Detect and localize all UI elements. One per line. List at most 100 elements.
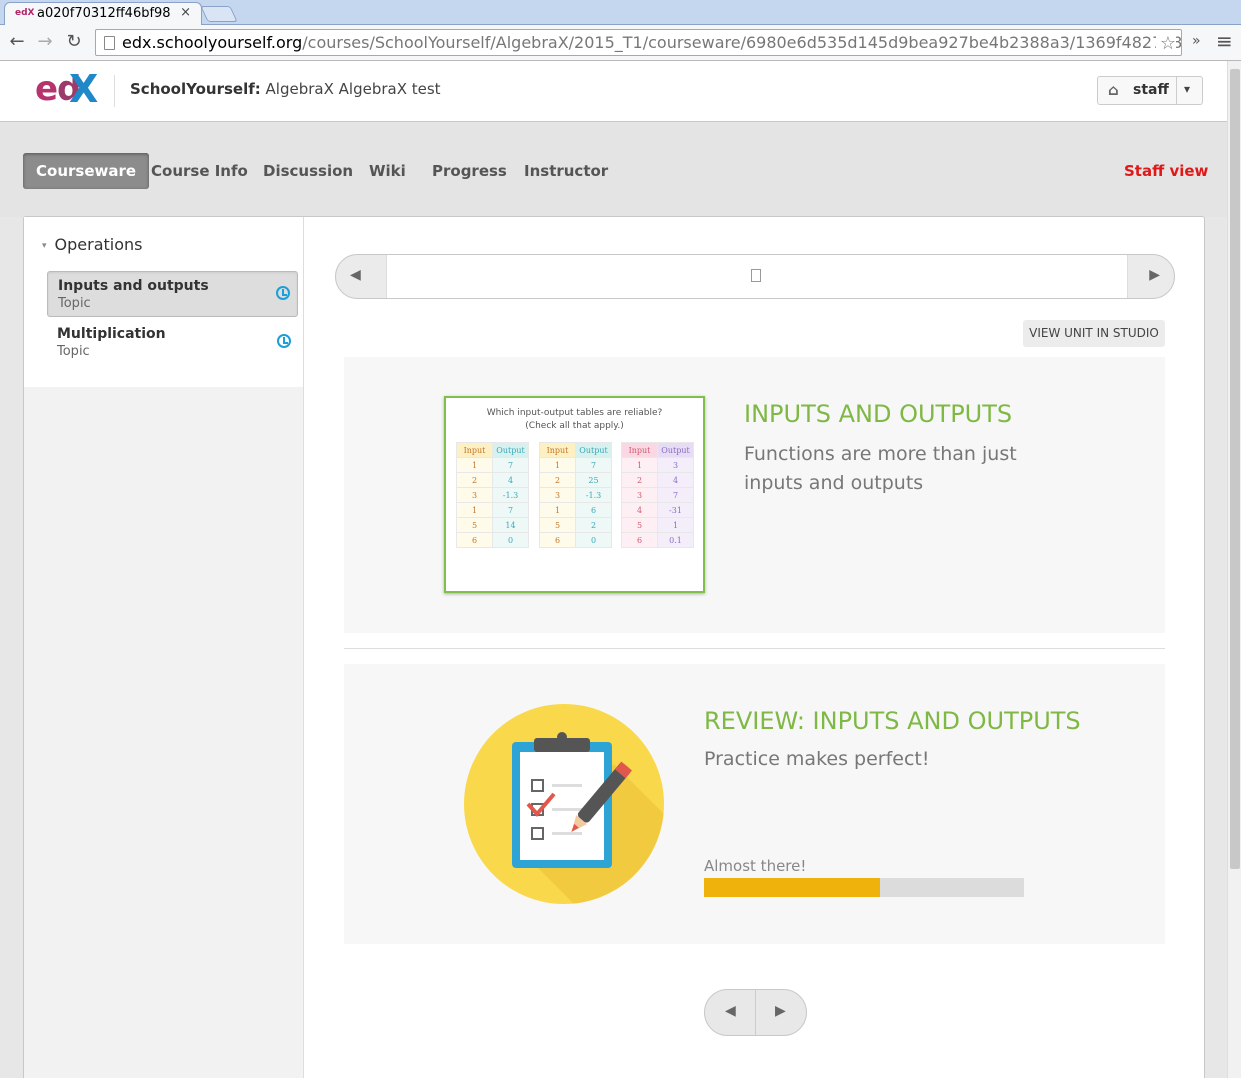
table-cell-input: 6 [621,532,658,548]
table-row: 52 [539,517,612,533]
table-row: 17 [456,502,529,518]
table-header-input: Input [456,442,493,458]
alarm-clock-icon [277,334,291,348]
table-row: 24 [456,472,529,488]
tab-course-info[interactable]: Course Info [138,153,261,189]
sidebar-item-multiplication[interactable]: Multiplication Topic [47,320,298,366]
tab-title: a020f70312ff46bf98 [37,6,171,21]
table-cell-output: -31 [657,502,694,518]
progress-bar-fill [704,878,880,897]
tab-wiki[interactable]: Wiki [356,153,419,189]
section-title: Inputs and outputs [58,278,209,294]
table-header-input: Input [621,442,658,458]
input-output-table: Input Output 1 7 2 4 3 -1.3 1 7 5 14 6 0 [456,442,529,548]
table-cell-output: 7 [492,502,529,518]
home-icon: ⌂ [1108,81,1119,99]
site-header: e d X SchoolYourself: AlgebraX AlgebraX … [0,61,1227,122]
browser-toolbar: ← → ↻ edx.schoolyourself.org/courses/Sch… [0,25,1241,61]
unit-page-icon[interactable] [751,269,761,282]
page-icon [104,36,115,50]
sidebar-item-inputs-and-outputs[interactable]: Inputs and outputs Topic [47,271,298,317]
table-cell-output: -1.3 [575,487,612,503]
chapter-heading[interactable]: ▾ Operations [42,235,143,254]
table-cell-input: 1 [621,457,658,473]
forward-icon[interactable]: → [34,31,56,53]
table-row: 13 [621,457,694,473]
section-subtitle: Topic [58,296,91,311]
user-menu-button[interactable]: ⌂ staff ▾ [1097,76,1203,105]
thumbnail-question: Which input-output tables are reliable? … [486,408,663,431]
table-cell-input: 6 [539,532,576,548]
table-cell-output: 0.1 [657,532,694,548]
scrollbar-thumb[interactable] [1230,69,1240,869]
table-cell-input: 2 [621,472,658,488]
table-cell-output: 3 [657,457,694,473]
address-bar[interactable]: edx.schoolyourself.org/courses/SchoolYou… [95,29,1182,56]
table-cell-output: 14 [492,517,529,533]
table-header-row: Input Output [539,442,612,458]
table-cell-output: -1.3 [492,487,529,503]
table-cell-input: 1 [456,502,493,518]
table-cell-input: 5 [539,517,576,533]
table-cell-output: 2 [575,517,612,533]
view-in-studio-button[interactable]: VIEW UNIT IN STUDIO [1023,320,1165,347]
page-scrollbar[interactable] [1227,61,1241,1078]
tab-courseware[interactable]: Courseware [23,153,150,189]
table-cell-output: 25 [575,472,612,488]
lesson-title[interactable]: REVIEW: INPUTS AND OUTPUTS [704,707,1081,735]
course-org: SchoolYourself: [130,80,261,98]
table-row: 17 [456,457,529,473]
table-row: 4 -31 [621,502,694,518]
table-cell-input: 1 [456,457,493,473]
table-row: 17 [539,457,612,473]
course-nav: Courseware Course Info Discussion Wiki P… [0,122,1227,217]
browser-menu-icon[interactable]: ≡ [1216,29,1233,53]
table-row: 16 [539,502,612,518]
section-subtitle: Topic [57,344,90,359]
table-header-output: Output [575,442,612,458]
table-cell-input: 3 [539,487,576,503]
edx-logo[interactable]: e d X [35,67,105,111]
staff-view-toggle[interactable]: Staff view [1124,153,1208,189]
input-output-table: Input Output 1 7 2 25 3 -1.3 1 6 5 2 6 0 [539,442,612,548]
sequence-nav: ◀ ▶ [335,254,1175,299]
browser-tab-strip: edX a020f70312ff46bf98 × [0,0,1241,26]
header-divider [114,75,115,107]
browser-tab[interactable]: edX a020f70312ff46bf98 × [4,2,202,26]
lesson-description: Practice makes perfect! [704,748,930,770]
tab-instructor[interactable]: Instructor [511,153,621,189]
lesson-card-review[interactable]: REVIEW: INPUTS AND OUTPUTS Practice make… [344,664,1165,944]
course-title: SchoolYourself: AlgebraX AlgebraX test [130,80,441,98]
next-arrow-icon[interactable]: ▶ [1149,267,1160,283]
table-cell-input: 2 [539,472,576,488]
bottom-sequence-nav: ◀ ▶ [704,989,807,1036]
lesson-divider [344,648,1165,649]
tab-discussion[interactable]: Discussion [250,153,366,189]
tab-progress[interactable]: Progress [419,153,520,189]
button-divider [1176,77,1177,104]
tab-close-icon[interactable]: × [180,5,191,20]
table-row: 5 14 [456,517,529,533]
table-header-row: Input Output [456,442,529,458]
table-row: 6 0.1 [621,532,694,548]
previous-arrow-icon[interactable]: ◀ [725,1003,736,1019]
chevron-down-icon[interactable]: ▾ [1184,82,1190,96]
table-row: 2 25 [539,472,612,488]
extensions-overflow-icon[interactable]: » [1192,33,1201,49]
table-cell-output: 0 [575,532,612,548]
course-name: AlgebraX AlgebraX test [265,80,441,98]
lesson-card-inputs-and-outputs[interactable]: Which input-output tables are reliable? … [344,357,1165,633]
bookmark-star-icon[interactable]: ☆ [1155,31,1176,55]
table-row: 60 [456,532,529,548]
table-row: 3 -1.3 [539,487,612,503]
reload-icon[interactable]: ↻ [63,31,85,53]
back-icon[interactable]: ← [6,31,28,53]
new-tab-button[interactable] [200,6,238,22]
edx-favicon-icon: edX [15,8,35,18]
table-cell-input: 3 [621,487,658,503]
lesson-title[interactable]: INPUTS AND OUTPUTS [744,400,1012,428]
next-arrow-icon[interactable]: ▶ [775,1003,786,1019]
table-cell-output: 4 [657,472,694,488]
previous-arrow-icon[interactable]: ◀ [350,267,361,283]
table-header-output: Output [492,442,529,458]
